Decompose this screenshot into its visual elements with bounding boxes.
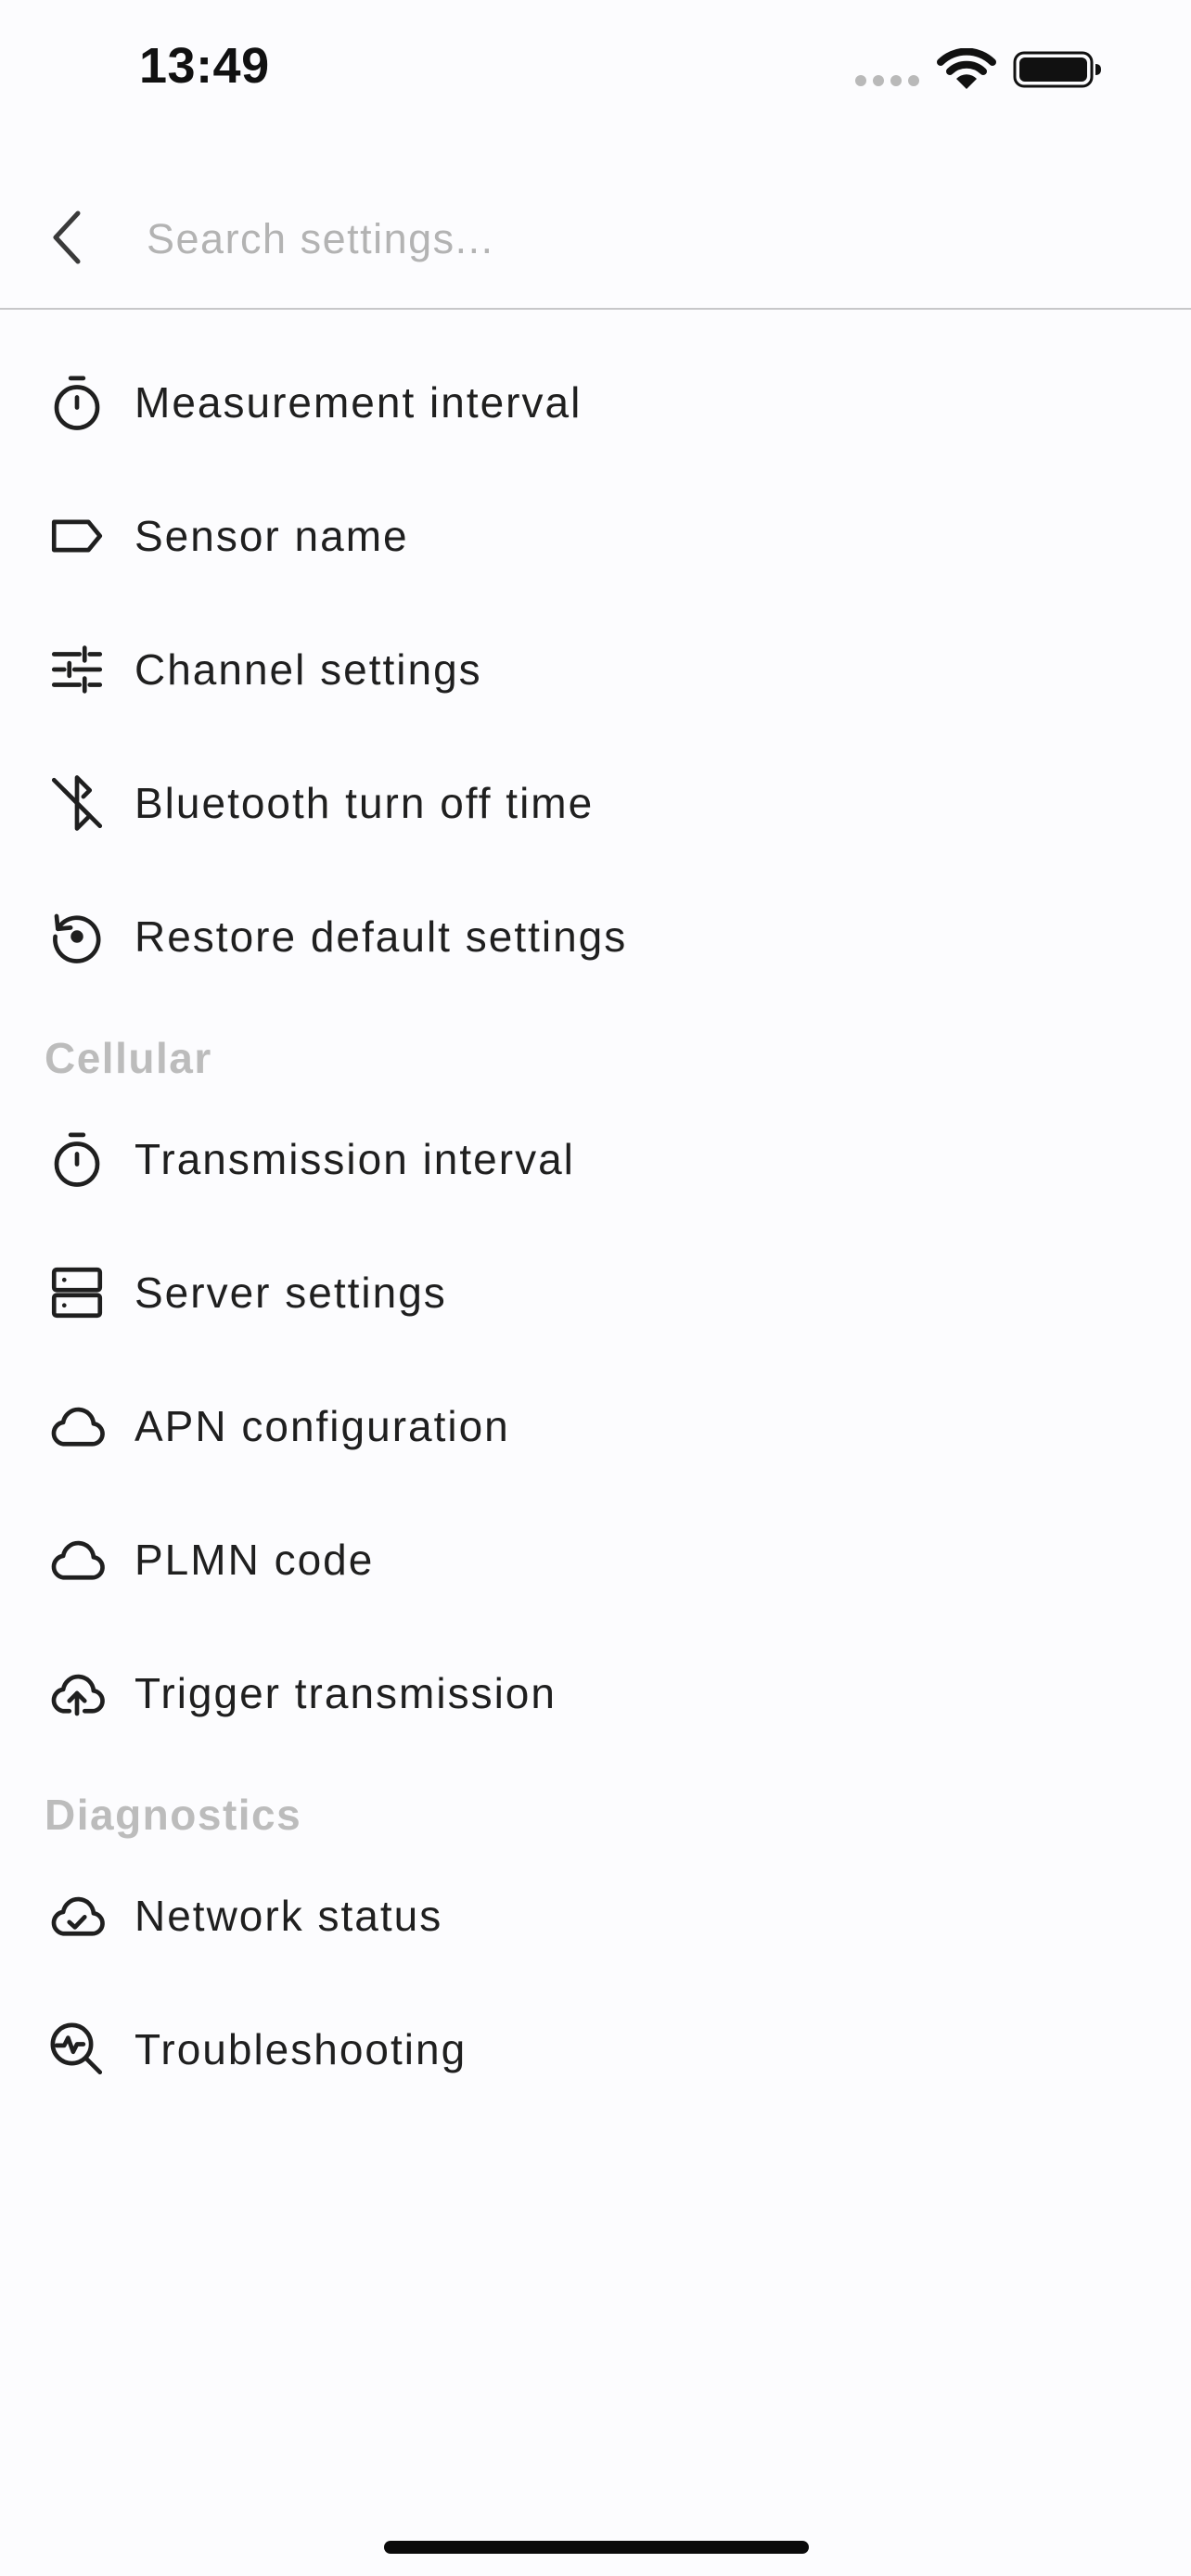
settings-item-label: Restore default settings: [134, 912, 628, 961]
settings-item-sensor-name[interactable]: Sensor name: [0, 469, 1191, 603]
search-input[interactable]: [145, 204, 1132, 274]
restore-icon: [46, 906, 108, 967]
settings-item-troubleshooting[interactable]: Troubleshooting: [0, 1983, 1191, 2116]
server-icon: [46, 1262, 108, 1323]
cloud-check-icon: [46, 1885, 108, 1946]
settings-item-apn-configuration[interactable]: APN configuration: [0, 1359, 1191, 1493]
settings-item-channel-settings[interactable]: Channel settings: [0, 603, 1191, 736]
settings-item-label: Troubleshooting: [134, 2025, 467, 2073]
settings-item-bluetooth-turn-off-time[interactable]: Bluetooth turn off time: [0, 736, 1191, 870]
cloud-icon: [46, 1529, 108, 1590]
status-time: 13:49: [139, 38, 270, 94]
label-tag-icon: [46, 505, 108, 567]
settings-item-label: APN configuration: [134, 1402, 510, 1450]
section-header-diagnostics: Diagnostics: [45, 1791, 302, 1839]
cloud-icon: [46, 1396, 108, 1457]
section-header-cellular: Cellular: [45, 1034, 212, 1082]
bluetooth-off-icon: [46, 772, 108, 834]
settings-item-network-status[interactable]: Network status: [0, 1849, 1191, 1983]
settings-item-label: Transmission interval: [134, 1135, 575, 1183]
wifi-icon: [937, 48, 996, 89]
search-header: [0, 167, 1191, 310]
settings-item-label: Sensor name: [134, 512, 409, 560]
settings-item-label: Trigger transmission: [134, 1669, 557, 1717]
search-activity-icon: [46, 2019, 108, 2080]
settings-item-measurement-interval[interactable]: Measurement interval: [0, 336, 1191, 469]
settings-item-transmission-interval[interactable]: Transmission interval: [0, 1092, 1191, 1226]
settings-item-trigger-transmission[interactable]: Trigger transmission: [0, 1626, 1191, 1760]
timer-icon: [46, 1129, 108, 1190]
settings-item-plmn-code[interactable]: PLMN code: [0, 1493, 1191, 1626]
settings-item-server-settings[interactable]: Server settings: [0, 1226, 1191, 1359]
settings-item-label: Measurement interval: [134, 378, 583, 427]
settings-item-label: Network status: [134, 1892, 443, 1940]
status-bar: 13:49: [0, 0, 1191, 139]
settings-item-label: PLMN code: [134, 1536, 375, 1584]
sliders-icon: [46, 639, 108, 700]
home-indicator[interactable]: [384, 2541, 809, 2554]
settings-item-restore-default-settings[interactable]: Restore default settings: [0, 870, 1191, 1003]
battery-icon: [1013, 51, 1101, 88]
settings-item-label: Bluetooth turn off time: [134, 779, 595, 827]
chevron-left-icon: [53, 210, 81, 264]
back-button[interactable]: [37, 191, 96, 284]
cloud-upload-icon: [46, 1663, 108, 1724]
cellular-signal-icon: [855, 75, 920, 88]
settings-item-label: Server settings: [134, 1269, 447, 1317]
timer-icon: [46, 372, 108, 433]
settings-item-label: Channel settings: [134, 645, 482, 694]
